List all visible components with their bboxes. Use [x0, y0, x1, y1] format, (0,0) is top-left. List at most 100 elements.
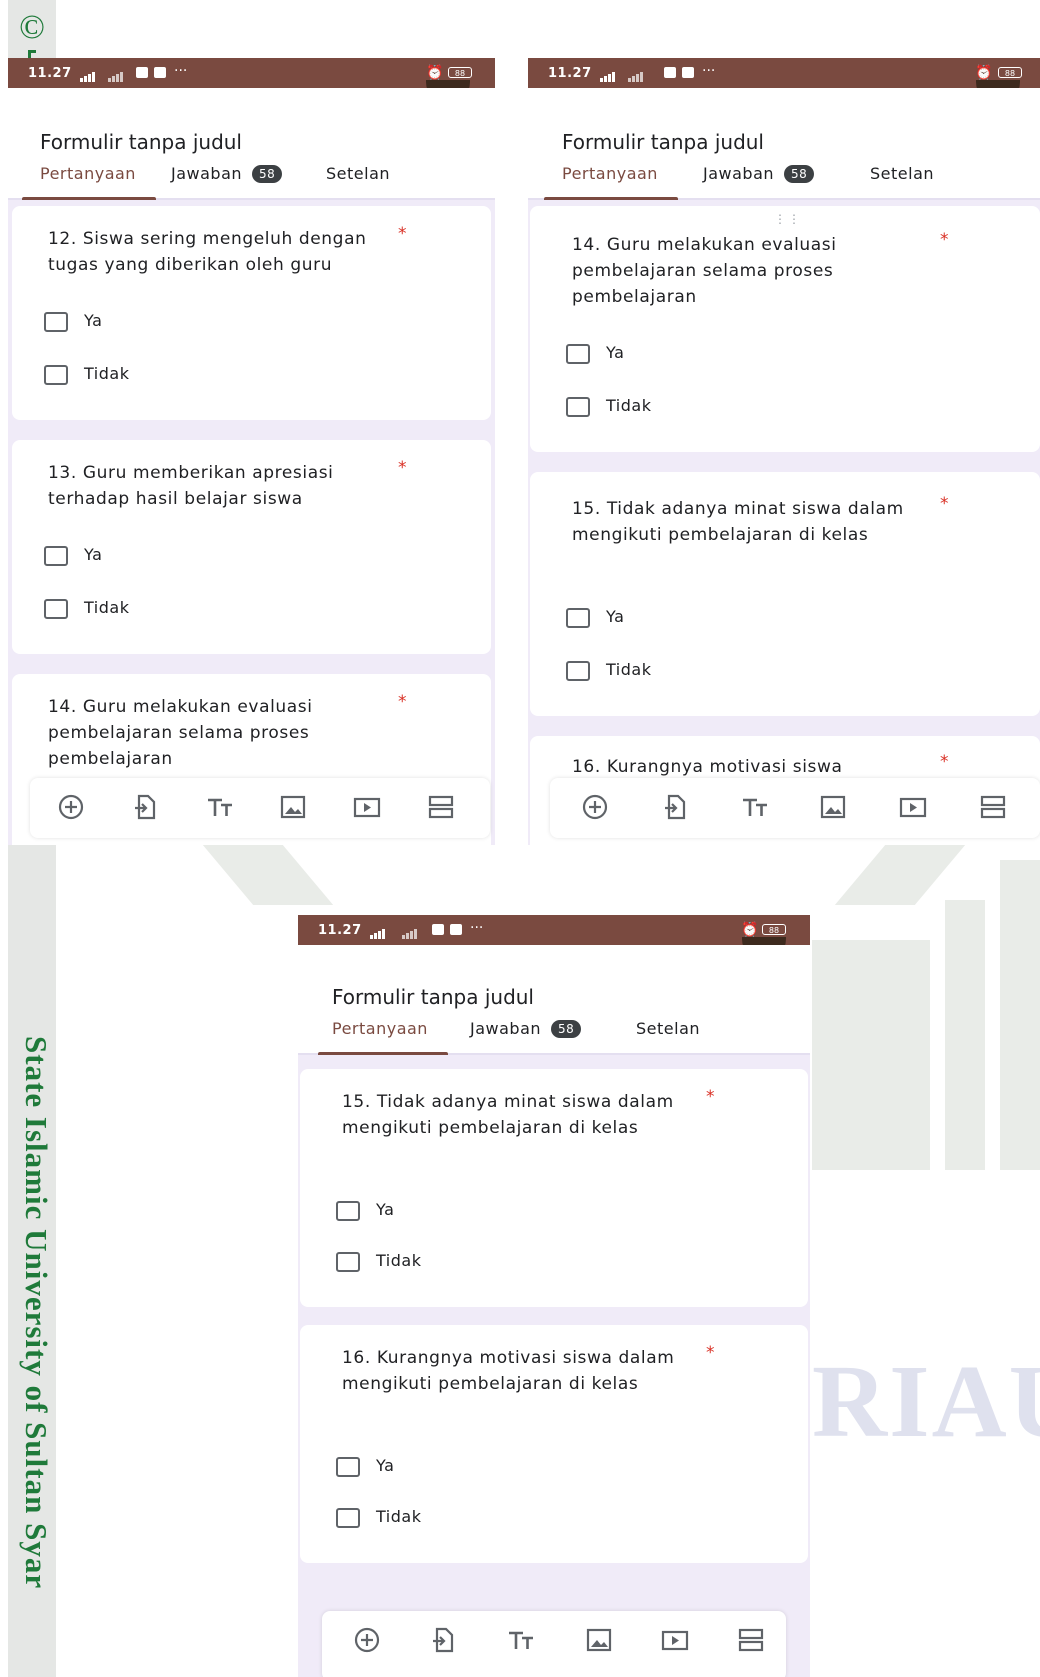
add-title-icon[interactable] — [740, 792, 770, 822]
tab-indicator — [318, 1052, 448, 1055]
checkbox[interactable] — [566, 344, 590, 364]
phone-screen-2: 11.27 ··· ⏰ 88 Formulir tanpa judul Pert… — [528, 58, 1040, 845]
notification-icon — [136, 67, 148, 78]
more-notifications-icon: ··· — [470, 920, 484, 936]
form-title: Formulir tanpa judul — [332, 985, 534, 1009]
import-questions-icon[interactable] — [428, 1625, 458, 1655]
option-label: Tidak — [376, 1507, 422, 1526]
form-title: Formulir tanpa judul — [562, 130, 764, 154]
required-asterisk: * — [706, 1087, 715, 1107]
add-image-icon[interactable] — [818, 792, 848, 822]
add-section-icon[interactable] — [426, 792, 456, 822]
question-title: 16. Kurangnya motivasi siswa dalam mengi… — [342, 1348, 675, 1394]
question-card-15[interactable]: 15. Tidak adanya minat siswa dalam mengi… — [300, 1069, 808, 1307]
add-question-icon[interactable] — [352, 1625, 382, 1655]
question-title: 12. Siswa sering mengeluh dengan tugas y… — [48, 229, 367, 275]
question-card-14[interactable]: ⋮⋮ 14. Guru melakukan evaluasi pembelaja… — [530, 206, 1040, 452]
add-video-icon[interactable] — [898, 792, 928, 822]
watermark-riau: RIAU — [812, 1344, 1040, 1459]
add-question-icon[interactable] — [580, 792, 610, 822]
status-time: 11.27 — [318, 923, 362, 938]
status-time: 11.27 — [28, 66, 72, 81]
checkbox[interactable] — [44, 599, 68, 619]
phone-screen-3: 11.27 ··· ⏰ 88 Formulir tanpa judul Pert… — [298, 915, 810, 1677]
tab-settings[interactable]: Setelan — [636, 1019, 700, 1038]
option-label: Ya — [376, 1456, 395, 1475]
checkbox[interactable] — [336, 1457, 360, 1477]
required-asterisk: * — [398, 692, 407, 712]
tab-questions[interactable]: Pertanyaan — [40, 164, 136, 183]
required-asterisk: * — [940, 230, 949, 250]
drag-handle-icon[interactable]: ⋮⋮ — [774, 212, 802, 226]
status-bar: 11.27 ··· ⏰ 88 — [298, 915, 810, 945]
checkbox[interactable] — [44, 546, 68, 566]
question-card-13[interactable]: 13. Guru memberikan apresiasi terhadap h… — [12, 440, 491, 654]
alarm-icon: ⏰ — [975, 65, 993, 81]
import-questions-icon[interactable] — [660, 792, 690, 822]
responses-count-badge: 58 — [784, 165, 815, 183]
import-questions-icon[interactable] — [130, 792, 160, 822]
tab-questions[interactable]: Pertanyaan — [332, 1019, 428, 1038]
option-label: Ya — [376, 1200, 395, 1219]
tab-responses-label: Jawaban — [703, 164, 775, 183]
tab-settings[interactable]: Setelan — [326, 164, 390, 183]
copyright-mark: © — [19, 9, 45, 46]
tab-responses[interactable]: Jawaban 58 — [470, 1019, 582, 1038]
status-bar: 11.27 ··· ⏰ 88 — [8, 58, 495, 88]
add-title-icon[interactable] — [506, 1625, 536, 1655]
battery-icon: 88 — [448, 67, 472, 78]
option-label: Tidak — [606, 660, 652, 679]
add-image-icon[interactable] — [584, 1625, 614, 1655]
alarm-icon: ⏰ — [426, 65, 444, 81]
question-title: 15. Tidak adanya minat siswa dalam mengi… — [342, 1092, 674, 1138]
signal-icon-secondary — [402, 924, 418, 939]
option-label: Ya — [84, 545, 103, 564]
notification-icon — [664, 67, 676, 78]
battery-icon: 88 — [998, 67, 1022, 78]
watermark-shape — [945, 900, 985, 1170]
checkbox[interactable] — [566, 661, 590, 681]
add-video-icon[interactable] — [660, 1625, 690, 1655]
checkbox[interactable] — [44, 312, 68, 332]
more-notifications-icon: ··· — [174, 63, 188, 79]
question-card-16[interactable]: 16. Kurangnya motivasi siswa dalam mengi… — [300, 1325, 808, 1563]
checkbox[interactable] — [44, 365, 68, 385]
checkbox[interactable] — [336, 1252, 360, 1272]
required-asterisk: * — [940, 494, 949, 514]
tab-responses-label: Jawaban — [171, 164, 243, 183]
tab-responses[interactable]: Jawaban 58 — [171, 164, 283, 183]
signal-icon — [600, 67, 616, 82]
question-card-12[interactable]: 12. Siswa sering mengeluh dengan tugas y… — [12, 206, 491, 420]
phone-screen-1: 11.27 ··· ⏰ 88 Formulir tanpa judul Pert… — [8, 58, 495, 845]
question-card-15[interactable]: 15. Tidak adanya minat siswa dalam mengi… — [530, 472, 1040, 716]
watermark-shape — [812, 940, 930, 1170]
option-label: Ya — [84, 311, 103, 330]
checkbox[interactable] — [336, 1508, 360, 1528]
question-title: 13. Guru memberikan apresiasi terhadap h… — [48, 463, 334, 509]
notification-icon — [682, 67, 694, 78]
add-image-icon[interactable] — [278, 792, 308, 822]
tab-settings[interactable]: Setelan — [870, 164, 934, 183]
checkbox[interactable] — [336, 1201, 360, 1221]
form-toolbar — [30, 778, 490, 838]
question-title: 16. Kurangnya motivasi siswa — [572, 757, 843, 777]
watermark-shape — [1000, 860, 1040, 1170]
form-toolbar — [550, 778, 1040, 838]
add-question-icon[interactable] — [56, 792, 86, 822]
notification-icon — [432, 924, 444, 935]
question-title: 15. Tidak adanya minat siswa dalam mengi… — [572, 499, 904, 545]
option-label: Ya — [606, 607, 625, 626]
alarm-icon: ⏰ — [741, 922, 759, 938]
battery-icon: 88 — [762, 924, 786, 935]
add-title-icon[interactable] — [205, 792, 235, 822]
tab-responses[interactable]: Jawaban 58 — [703, 164, 815, 183]
responses-count-badge: 58 — [551, 1020, 582, 1038]
checkbox[interactable] — [566, 397, 590, 417]
add-section-icon[interactable] — [736, 1625, 766, 1655]
add-section-icon[interactable] — [978, 792, 1008, 822]
watermark-shape — [834, 845, 966, 905]
add-video-icon[interactable] — [352, 792, 382, 822]
checkbox[interactable] — [566, 608, 590, 628]
tab-questions[interactable]: Pertanyaan — [562, 164, 658, 183]
more-notifications-icon: ··· — [702, 63, 716, 79]
